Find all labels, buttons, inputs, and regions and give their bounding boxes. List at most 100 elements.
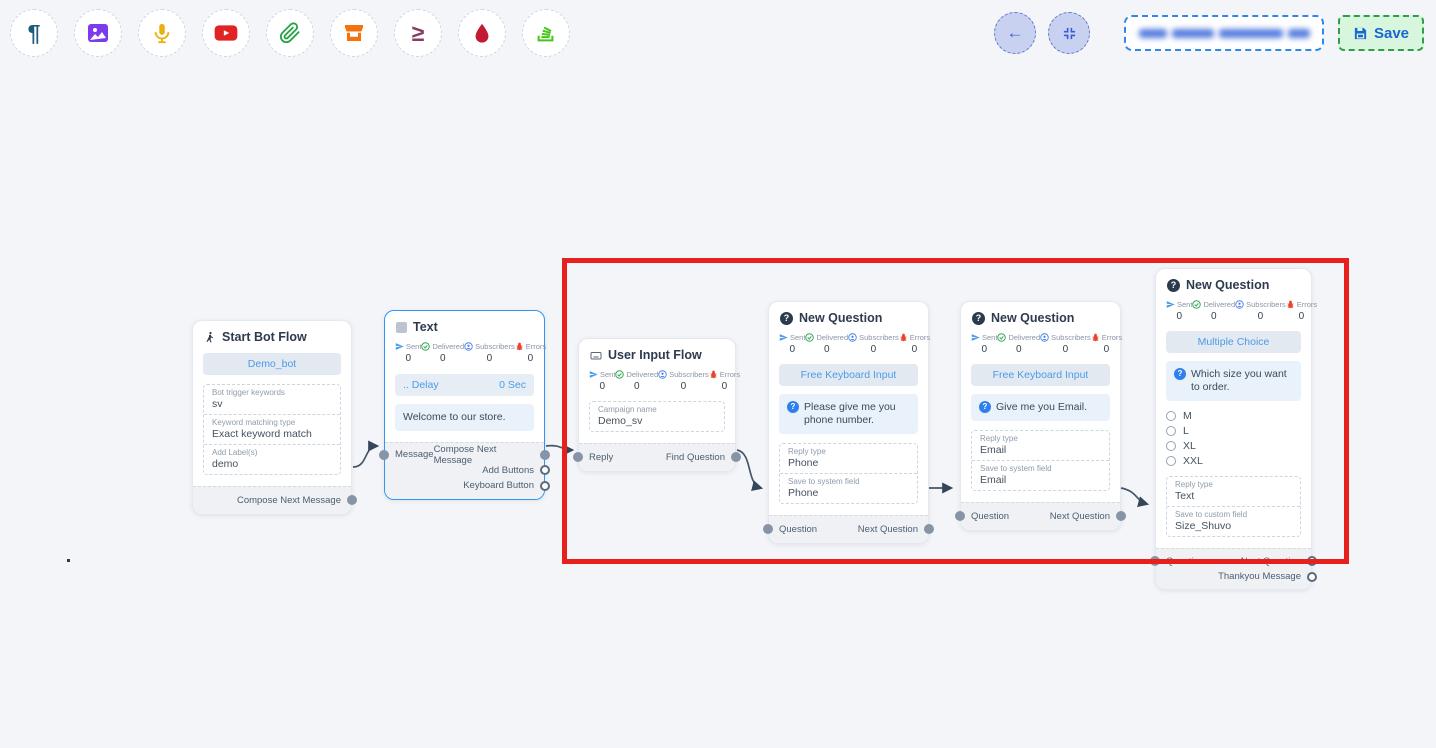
campaign-fields: Campaign name Demo_sv (589, 401, 725, 432)
node-new-question-size[interactable]: ? New Question Sent0 Delivered0 Subscrib… (1155, 268, 1312, 590)
field-bot-trigger-keywords[interactable]: Bot trigger keywords sv (204, 385, 340, 414)
message-preview[interactable]: Welcome to our store. (395, 404, 534, 431)
drip-element-button[interactable] (458, 9, 506, 57)
node-header: ? New Question (769, 302, 928, 325)
node-user-input-flow[interactable]: User Input Flow Sent0 Delivered0 Subscri… (578, 338, 736, 472)
field-save-to-custom-field[interactable]: Save to custom field Size_Shuvo (1167, 506, 1300, 536)
question-mark-icon: ? (979, 401, 991, 413)
delivered-icon (805, 333, 814, 342)
greater-equal-icon: ≥ (412, 22, 425, 45)
output-port-thankyou-message[interactable] (1307, 572, 1317, 582)
message-text: Welcome to our store. (403, 411, 506, 424)
keyboard-input-icon (590, 349, 602, 361)
question-type-button[interactable]: Free Keyboard Input (779, 364, 918, 386)
ecommerce-element-button[interactable] (330, 9, 378, 57)
node-title: New Question (991, 311, 1074, 325)
question-mark-icon: ? (787, 401, 799, 413)
choice-options: M L XL XXL (1166, 410, 1301, 467)
output-port-next-question[interactable] (924, 524, 934, 534)
top-toolbar: ¶ ≥ (0, 0, 1436, 66)
node-header: Start Bot Flow (193, 321, 351, 344)
option-m[interactable]: M (1166, 410, 1301, 422)
sent-icon (1166, 300, 1175, 309)
delivered-icon (1192, 300, 1201, 309)
sent-count: 0 (405, 353, 411, 364)
question-preview[interactable]: ? Give me you Email. (971, 394, 1110, 421)
field-save-to-system-field[interactable]: Save to system field Phone (780, 473, 917, 503)
output-port-compose-next-message[interactable] (347, 495, 357, 505)
output-port-keyboard-button[interactable] (540, 481, 550, 491)
output-port-next-question[interactable] (1116, 511, 1126, 521)
blurred-text (1288, 29, 1310, 38)
fit-view-button[interactable] (1048, 12, 1090, 54)
flow-name-input[interactable] (1124, 15, 1324, 51)
output-label: Next Question (1050, 511, 1110, 522)
image-element-button[interactable] (74, 9, 122, 57)
question-mark-icon: ? (1174, 368, 1186, 380)
errors-count: 0 (528, 353, 534, 364)
input-label: Message (395, 449, 434, 460)
save-button[interactable]: Save (1338, 15, 1424, 51)
stats-row: Sent0 Delivered0 Subscribers0 Errors0 (589, 370, 725, 392)
paragraph-icon: ¶ (28, 22, 41, 45)
subscribers-icon (464, 342, 473, 351)
node-title: Start Bot Flow (222, 330, 307, 344)
delay-row[interactable]: .. Delay 0 Sec (395, 374, 534, 396)
field-keyword-matching-type[interactable]: Keyword matching type Exact keyword matc… (204, 414, 340, 444)
option-l[interactable]: L (1166, 425, 1301, 437)
input-port-reply[interactable] (573, 452, 583, 462)
output-port-add-buttons[interactable] (540, 465, 550, 475)
back-button[interactable]: ← (994, 12, 1036, 54)
sequence-element-button[interactable] (522, 9, 570, 57)
condition-element-button[interactable]: ≥ (394, 9, 442, 57)
input-port-question[interactable] (763, 524, 773, 534)
option-xl[interactable]: XL (1166, 440, 1301, 452)
sent-icon (589, 370, 598, 379)
field-campaign-name[interactable]: Campaign name Demo_sv (590, 402, 724, 431)
audio-element-button[interactable] (138, 9, 186, 57)
option-xxl[interactable]: XXL (1166, 455, 1301, 467)
droplet-icon (471, 22, 493, 44)
input-port-question[interactable] (955, 511, 965, 521)
node-new-question-phone[interactable]: ? New Question Sent0 Delivered0 Subscrib… (768, 301, 929, 544)
field-add-labels[interactable]: Add Label(s) demo (204, 444, 340, 474)
node-header: User Input Flow (579, 339, 735, 362)
subscribers-count: 0 (487, 353, 493, 364)
element-palette: ¶ ≥ (10, 9, 570, 57)
delivered-icon (615, 370, 624, 379)
node-text[interactable]: Text Sent0 Delivered0 Subscribers0 Error… (384, 310, 545, 500)
output-label: Thankyou Message (1218, 571, 1301, 582)
field-reply-type[interactable]: Reply type Phone (780, 444, 917, 473)
field-reply-type[interactable]: Reply type Text (1167, 477, 1300, 506)
delivered-icon (421, 342, 430, 351)
input-port-question[interactable] (1150, 556, 1160, 566)
text-element-button[interactable]: ¶ (10, 9, 58, 57)
output-port-next-question[interactable] (1307, 556, 1317, 566)
delay-value: 0 Sec (499, 379, 526, 391)
field-save-to-system-field[interactable]: Save to system field Email (972, 460, 1109, 490)
output-port-find-question[interactable] (731, 452, 741, 462)
node-start-bot-flow[interactable]: Start Bot Flow Demo_bot Bot trigger keyw… (192, 320, 352, 515)
text-block-icon (396, 322, 407, 333)
stats-row: Sent0 Delivered0 Subscribers0 Errors0 (971, 333, 1110, 355)
errors-icon (1286, 300, 1295, 309)
paperclip-icon (279, 22, 301, 44)
question-preview[interactable]: ? Please give me you phone number. (779, 394, 918, 434)
field-reply-type[interactable]: Reply type Email (972, 431, 1109, 460)
node-new-question-email[interactable]: ? New Question Sent0 Delivered0 Subscrib… (960, 301, 1121, 531)
question-type-button[interactable]: Free Keyboard Input (971, 364, 1110, 386)
question-icon: ? (972, 312, 985, 325)
video-element-button[interactable] (202, 9, 250, 57)
node-title: Text (413, 320, 438, 334)
input-port-message[interactable] (379, 450, 389, 460)
node-title: New Question (1186, 278, 1269, 292)
bot-name-button[interactable]: Demo_bot (203, 353, 341, 375)
file-element-button[interactable] (266, 9, 314, 57)
delay-label: .. Delay (403, 379, 439, 391)
output-port-compose-next-message[interactable] (540, 450, 550, 460)
input-label: Question (971, 511, 1009, 522)
question-preview[interactable]: ? Which size you want to order. (1166, 361, 1301, 401)
question-fields: Reply type Phone Save to system field Ph… (779, 443, 918, 504)
radio-icon (1166, 426, 1176, 436)
question-type-button[interactable]: Multiple Choice (1166, 331, 1301, 353)
